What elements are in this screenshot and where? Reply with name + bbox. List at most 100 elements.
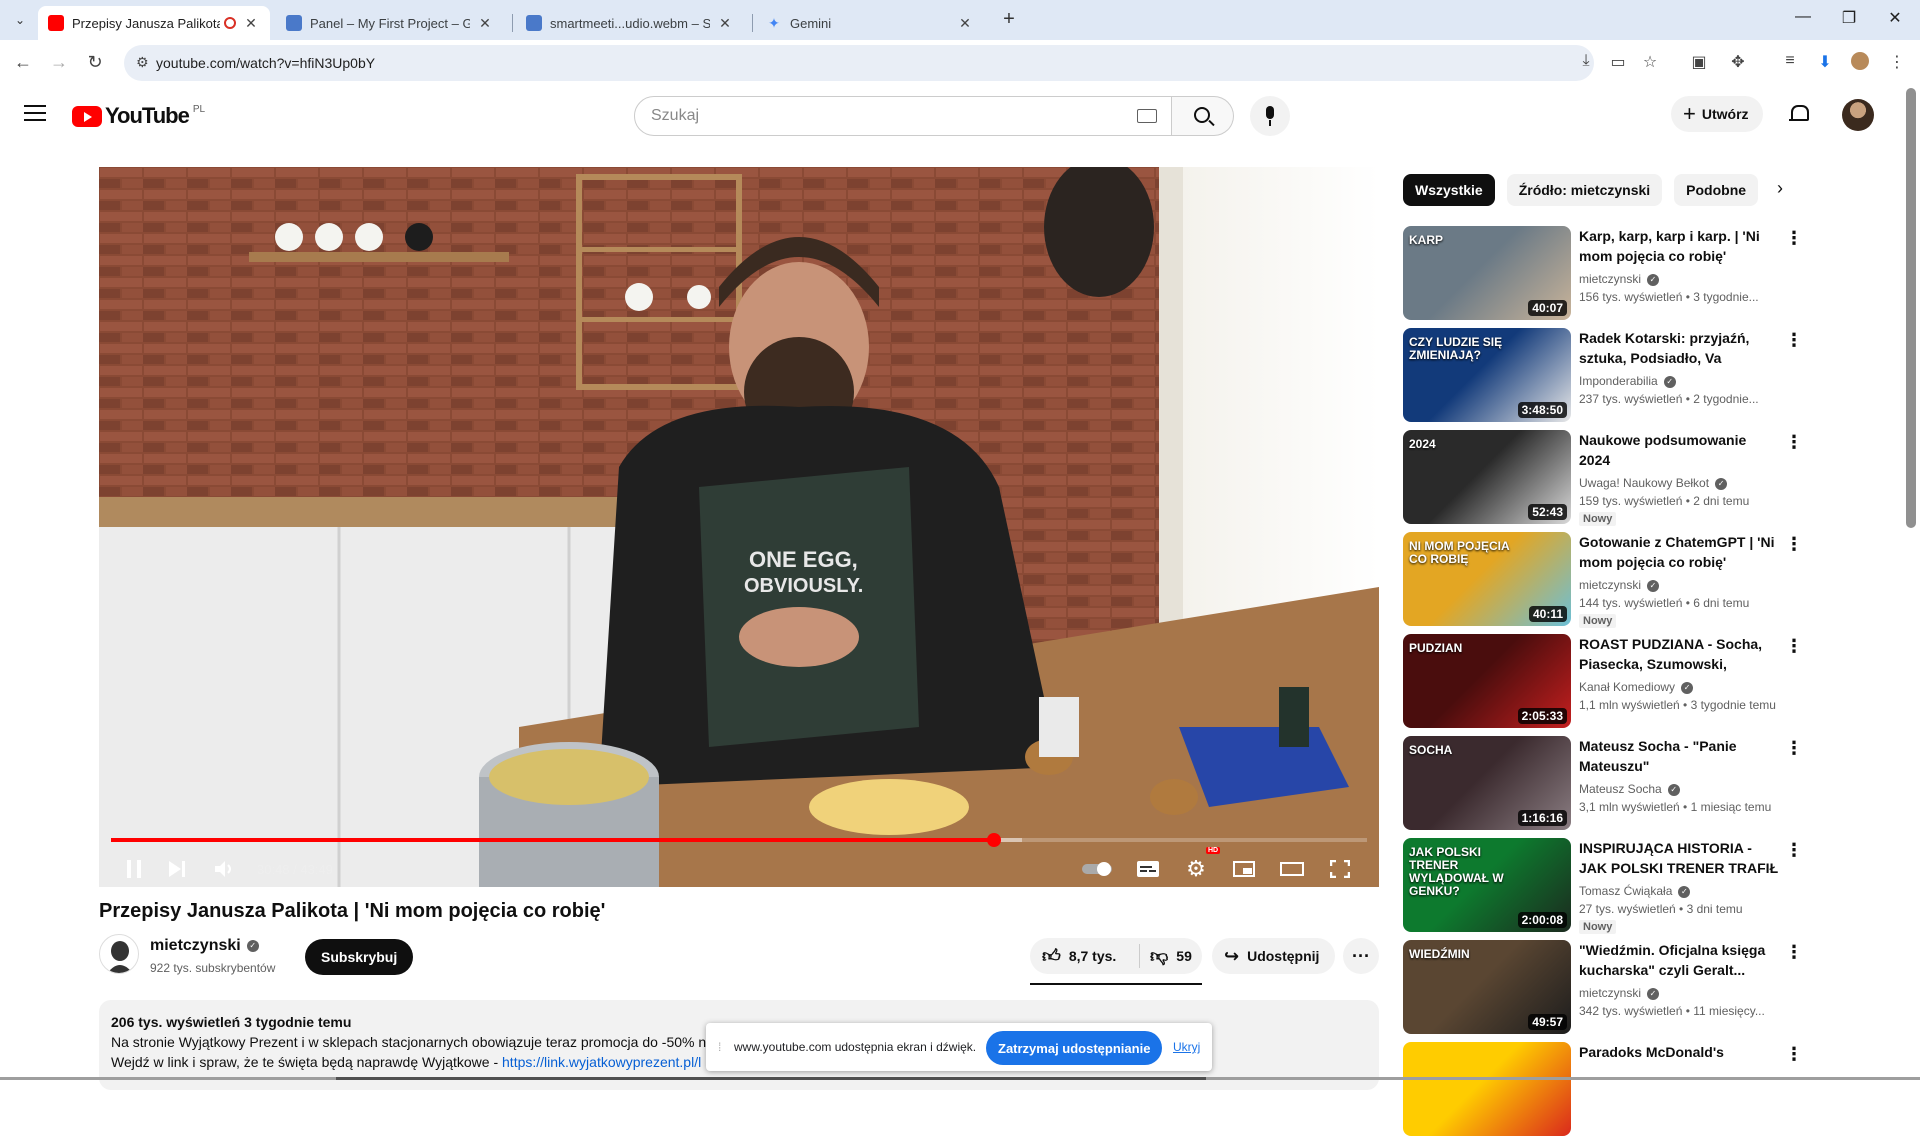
recommendation-channel[interactable]: Kanał Komediowy ✓ [1579,680,1694,694]
video-thumbnail[interactable]: 2024 52:43 [1403,430,1571,524]
theater-mode-button[interactable] [1277,853,1307,885]
guide-menu-icon[interactable] [24,105,46,126]
more-vertical-icon[interactable]: ⋮ [1785,942,1803,963]
tab-smartmeeting[interactable]: smartmeeti...udio.webm – Szczegóły ✕ [516,6,744,40]
more-actions-button[interactable]: ··· [1343,938,1379,974]
youtube-logo[interactable]: YouTube PL [72,103,205,129]
recommendation-item[interactable]: PUDZIAN 2:05:33 ROAST PUDZIANA - Socha, Pi… [1403,634,1803,730]
channel-name[interactable]: mietczynski ✓ [150,937,259,955]
video-thumbnail[interactable]: CZY LUDZIE SIĘ ZMIENIAJĄ? 3:48:50 [1403,328,1571,422]
media-controls-icon[interactable]: ≡ [1779,52,1801,70]
scrubber-handle[interactable] [986,833,1001,847]
chip-all[interactable]: Wszystkie [1403,174,1495,206]
recommendation-item[interactable]: CZY LUDZIE SIĘ ZMIENIAJĄ? 3:48:50 Radek Ko… [1403,328,1803,424]
channel-avatar[interactable] [99,934,139,974]
more-vertical-icon[interactable]: ⋮ [1785,330,1803,351]
recommendation-channel[interactable]: Imponderabilia ✓ [1579,374,1676,388]
back-button[interactable]: ← [12,52,34,73]
site-info-icon[interactable]: ⚙ [136,54,149,71]
recommendation-channel[interactable]: mietczynski ✓ [1579,986,1660,1000]
recommendation-item[interactable]: Paradoks McDonald's ⋮ [1403,1042,1803,1138]
progress-bar[interactable] [111,833,1367,847]
tab-youtube[interactable]: Przepisy Janusza Palikota | 'Ni mom poję… [38,6,270,40]
new-tab-button[interactable]: + [997,8,1021,31]
recommendation-title[interactable]: Paradoks McDonald's [1579,1042,1779,1062]
recommendation-item[interactable]: 2024 52:43 Naukowe podsumowanie 2024 Uwaga!… [1403,430,1803,526]
hide-sharing-bar-link[interactable]: Ukryj [1173,1040,1200,1054]
forward-button[interactable]: → [48,52,70,73]
recommendation-title[interactable]: INSPIRUJĄCA HISTORIA - JAK POLSKI TRENER… [1579,838,1779,878]
close-tab-icon[interactable]: ✕ [476,15,494,32]
subtitles-button[interactable] [1133,853,1163,885]
subscribe-button[interactable]: Subskrybuj [305,939,414,975]
account-avatar[interactable] [1842,99,1874,131]
recommendation-title[interactable]: Gotowanie z ChatemGPT | 'Ni mom pojęcia … [1579,532,1779,572]
more-vertical-icon[interactable]: ⋮ [1785,228,1803,249]
recommendation-channel[interactable]: Tomasz Ćwiąkała ✓ [1579,884,1691,898]
miniplayer-button[interactable] [1229,853,1259,885]
recommendation-channel[interactable]: mietczynski ✓ [1579,272,1660,286]
tab-gemini[interactable]: ✦ Gemini ✕ [756,6,984,40]
recommendation-title[interactable]: Radek Kotarski: przyjaźń, sztuka, Podsia… [1579,328,1779,368]
pause-button[interactable] [119,853,149,885]
voice-search-mic-icon[interactable] [1250,96,1290,136]
recommendation-item[interactable]: WIEDŹMIN 49:57 "Wiedźmin. Oficjalna księga… [1403,940,1803,1036]
recommendation-item[interactable]: SOCHA 1:16:16 Mateusz Socha - "Panie Mateu… [1403,736,1803,832]
fullscreen-button[interactable] [1325,853,1355,885]
video-thumbnail[interactable] [1403,1042,1571,1136]
video-thumbnail[interactable]: SOCHA 1:16:16 [1403,736,1571,830]
recommendation-item[interactable]: NI MOM POJĘCIA CO ROBIĘ 40:11 Gotowanie z … [1403,532,1803,628]
recommendation-channel[interactable]: Uwaga! Naukowy Bełkot ✓ [1579,476,1728,490]
close-tab-icon[interactable]: ✕ [716,15,734,32]
more-vertical-icon[interactable]: ⋮ [1785,738,1803,759]
restore-window-button[interactable]: ❐ [1834,8,1864,28]
notifications-bell-icon[interactable] [1788,104,1809,124]
video-thumbnail[interactable]: JAK POLSKI TRENER WYLĄDOWAŁ W GENKU? 2:00… [1403,838,1571,932]
recommendation-item[interactable]: JAK POLSKI TRENER WYLĄDOWAŁ W GENKU? 2:00… [1403,838,1803,934]
reload-button[interactable]: ↻ [84,52,106,73]
like-button[interactable]: 👍︎ 8,7 tys. [1030,944,1140,968]
bookmark-star-icon[interactable]: ☆ [1639,52,1661,72]
search-button[interactable] [1172,96,1234,136]
video-thumbnail[interactable]: PUDZIAN 2:05:33 [1403,634,1571,728]
drag-handle-icon[interactable]: ⁞ [718,1040,721,1054]
dislike-button[interactable]: 👎︎ 59 [1140,945,1192,967]
recommendation-channel[interactable]: Mateusz Socha ✓ [1579,782,1680,796]
promo-link[interactable]: https://link.wyjatkowyprezent.pl/l [502,1054,701,1070]
share-button[interactable]: ↪ Udostępnij [1212,938,1336,974]
browser-menu-icon[interactable]: ⋮ [1886,52,1908,72]
tab-search-button[interactable]: ⌄ [8,8,32,32]
address-bar[interactable]: ⚙ youtube.com/watch?v=hfiN3Up0bY [124,45,1594,81]
install-app-icon[interactable]: ⤓ [1575,52,1597,70]
minimize-window-button[interactable]: — [1788,8,1818,26]
more-vertical-icon[interactable]: ⋮ [1785,534,1803,555]
more-vertical-icon[interactable]: ⋮ [1785,1044,1803,1065]
chip-related[interactable]: Podobne [1674,174,1759,206]
close-window-button[interactable]: ✕ [1880,8,1910,28]
recommendation-channel[interactable]: mietczynski ✓ [1579,578,1660,592]
more-vertical-icon[interactable]: ⋮ [1785,840,1803,861]
search-input[interactable] [635,97,1095,135]
profile-icon[interactable] [1849,52,1871,75]
video-thumbnail[interactable]: NI MOM POJĘCIA CO ROBIĘ 40:11 [1403,532,1571,626]
downloads-icon[interactable]: ⬇ [1814,52,1836,72]
autoplay-toggle[interactable] [1079,853,1119,885]
more-vertical-icon[interactable]: ⋮ [1785,636,1803,657]
close-tab-icon[interactable]: ✕ [242,15,260,32]
keyboard-icon[interactable] [1137,109,1157,123]
puzzle-extensions-icon[interactable]: ✥ [1727,52,1749,72]
more-vertical-icon[interactable]: ⋮ [1785,432,1803,453]
recommendation-item[interactable]: KARP 40:07 Karp, karp, karp i karp. | 'Ni … [1403,226,1803,322]
settings-button[interactable]: ⚙ [1181,853,1211,885]
recommendation-title[interactable]: ROAST PUDZIANA - Socha, Piasecka, Szumow… [1579,634,1779,674]
video-thumbnail[interactable]: KARP 40:07 [1403,226,1571,320]
chip-from-channel[interactable]: Źródło: mietczynski [1506,174,1663,206]
recommendation-title[interactable]: Karp, karp, karp i karp. | 'Ni mom pojęc… [1579,226,1779,266]
stop-sharing-button[interactable]: Zatrzymaj udostępnianie [986,1031,1163,1065]
recommendation-title[interactable]: Naukowe podsumowanie 2024 [1579,430,1779,470]
extension-icon[interactable]: ▣ [1688,52,1710,72]
create-button[interactable]: + Utwórz [1671,96,1763,132]
recommendation-title[interactable]: "Wiedźmin. Oficjalna księga kucharska" c… [1579,940,1779,980]
next-button[interactable] [163,853,193,885]
recommendation-title[interactable]: Mateusz Socha - "Panie Mateuszu" [1579,736,1779,776]
